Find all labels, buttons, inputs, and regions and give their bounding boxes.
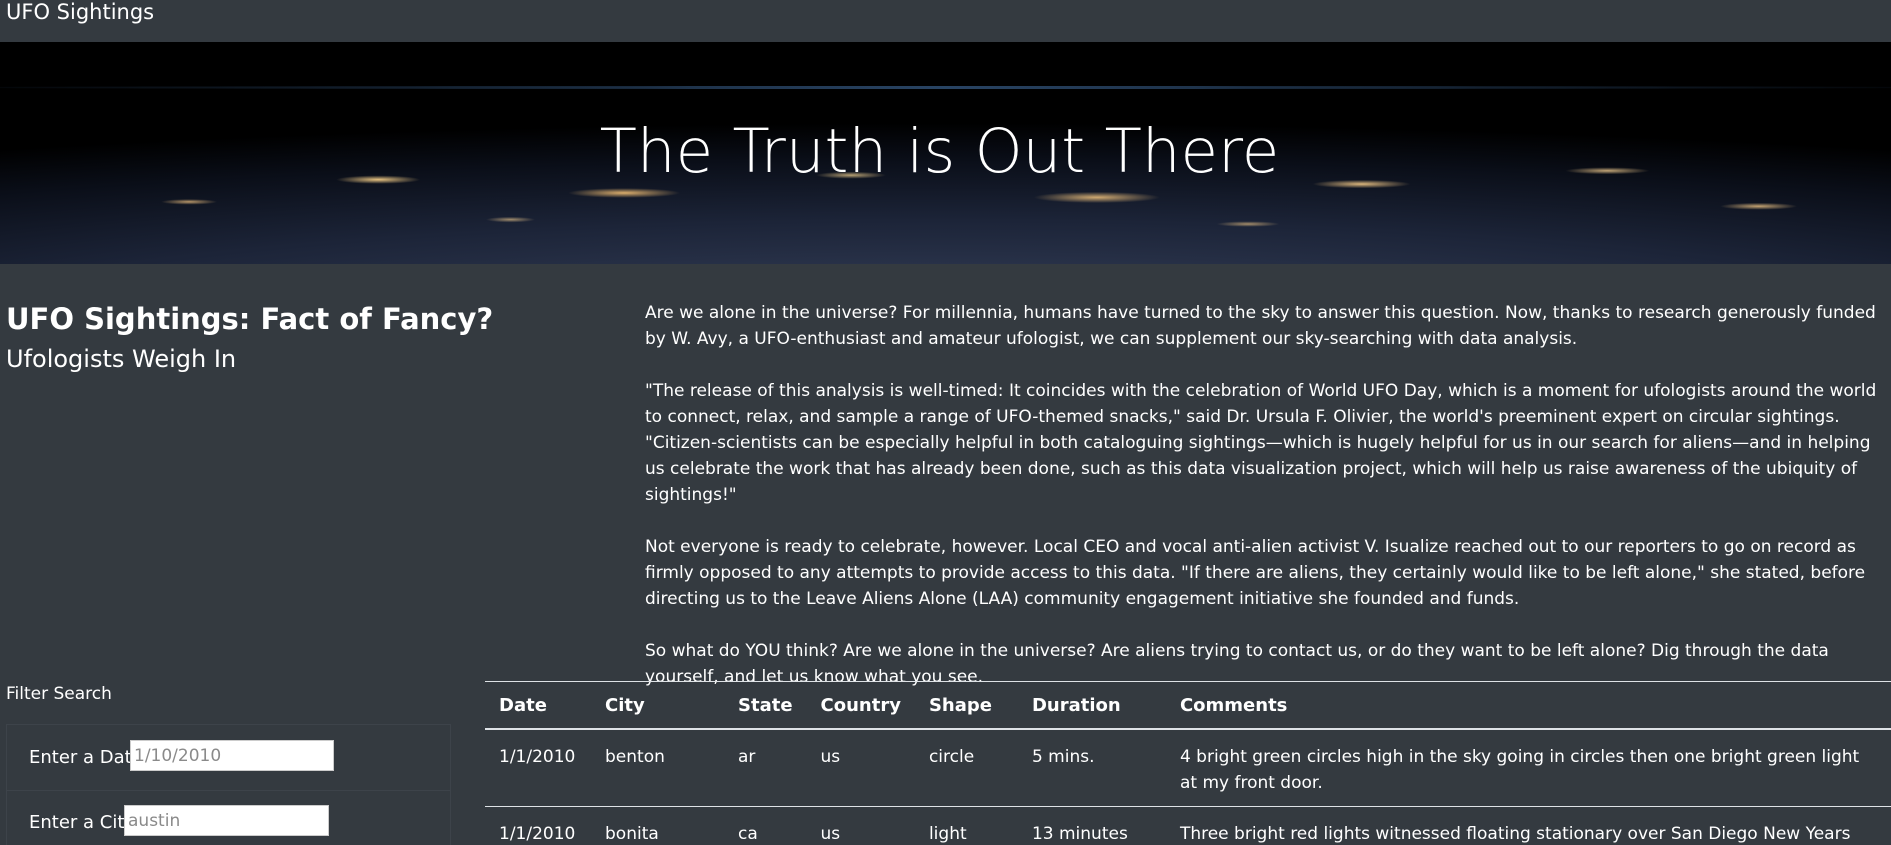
ufo-table: Date City State Country Shape Duration C… — [485, 681, 1891, 845]
article-paragraph: Not everyone is ready to celebrate, howe… — [645, 537, 1866, 609]
filter-panel: Enter a Date Enter a City — [6, 724, 451, 845]
article-heading-sub: Ufologists Weigh In — [6, 345, 237, 373]
cell-comments: Three bright red lights witnessed floati… — [1165, 806, 1891, 845]
navbar: UFO Sightings — [0, 0, 1891, 42]
article-heading-main: UFO Sightings: Fact of Fancy? — [6, 302, 494, 336]
cell-duration: 13 minutes — [1017, 806, 1166, 845]
article-paragraph: "The release of this analysis is well-ti… — [645, 381, 1877, 505]
date-filter-label: Enter a Date — [29, 747, 143, 768]
cell-date: 1/1/2010 — [485, 728, 591, 807]
column-header-state: State — [724, 681, 807, 730]
column-header-shape: Shape — [914, 681, 1018, 730]
city-filter-input[interactable] — [124, 805, 329, 836]
hero-title: The Truth is Out There — [599, 116, 1280, 187]
hero-banner: The Truth is Out There — [0, 42, 1891, 264]
city-filter-label: Enter a City — [29, 812, 136, 833]
ufo-table-container: Date City State Country Shape Duration C… — [485, 681, 1891, 845]
article-paragraph: Are we alone in the universe? For millen… — [645, 303, 1876, 349]
cell-city: benton — [591, 728, 724, 807]
cell-shape: light — [914, 806, 1018, 845]
date-filter-input[interactable] — [130, 740, 334, 771]
cell-comments: 4 bright green circles high in the sky g… — [1165, 728, 1891, 807]
cell-duration: 5 mins. — [1017, 728, 1166, 807]
navbar-brand[interactable]: UFO Sightings — [6, 0, 154, 24]
cell-state: ca — [724, 806, 807, 845]
column-header-comments: Comments — [1165, 681, 1891, 730]
column-header-country: Country — [806, 681, 915, 730]
table-row: 1/1/2010 bonita ca us light 13 minutes T… — [485, 806, 1891, 845]
table-header-row: Date City State Country Shape Duration C… — [485, 681, 1891, 730]
table-row: 1/1/2010 benton ar us circle 5 mins. 4 b… — [485, 728, 1891, 807]
cell-country: us — [806, 728, 915, 807]
cell-shape: circle — [914, 728, 1018, 807]
filter-row-city: Enter a City — [7, 790, 450, 845]
cell-country: us — [806, 806, 915, 845]
filter-search-title: Filter Search — [6, 684, 112, 704]
cell-date: 1/1/2010 — [485, 806, 591, 845]
column-header-duration: Duration — [1017, 681, 1166, 730]
column-header-city: City — [591, 681, 724, 730]
cell-city: bonita — [591, 806, 724, 845]
cell-state: ar — [724, 728, 807, 807]
article-heading: UFO Sightings: Fact of Fancy? Ufologists… — [6, 300, 616, 378]
filter-row-date: Enter a Date — [7, 725, 450, 791]
column-header-date: Date — [485, 681, 591, 730]
article-body: Are we alone in the universe? For millen… — [645, 300, 1885, 716]
